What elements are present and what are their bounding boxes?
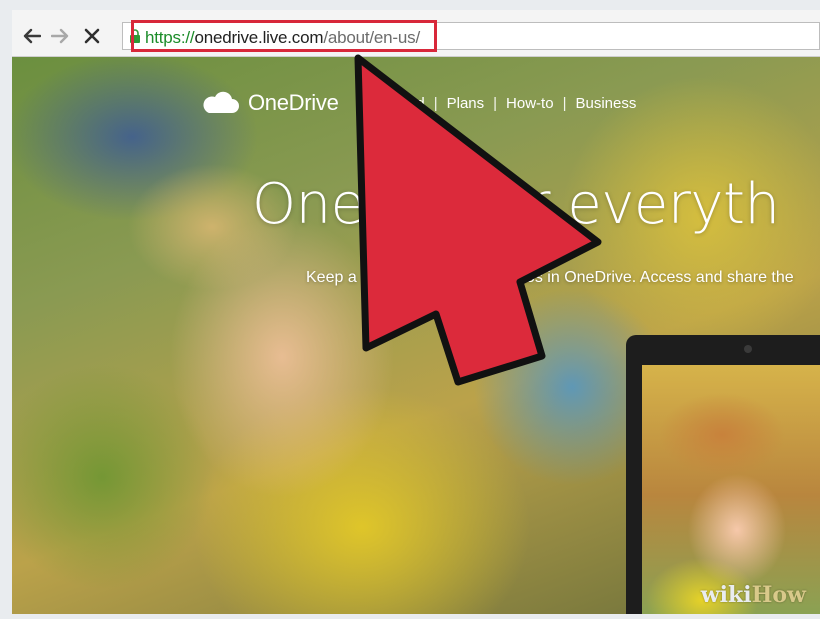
hero-heading-left: One [252, 172, 365, 237]
nav-business[interactable]: Business [575, 95, 636, 112]
site-nav: nload | Plans | How-to | Business [388, 95, 636, 112]
hero-heading: One for everyth [252, 172, 780, 237]
nav-download[interactable]: nload [388, 95, 425, 112]
phone-screen-photo [642, 365, 820, 614]
watermark-wiki: wiki [700, 582, 752, 608]
close-icon [84, 28, 100, 44]
back-button[interactable] [22, 26, 42, 46]
phone-camera [744, 345, 752, 353]
hero-subtitle: Keep a hotos in OneDrive. Access and shar… [306, 269, 794, 287]
forward-arrow-icon [51, 28, 69, 44]
web-page: OneDrive nload | Plans | How-to | Busine… [12, 57, 820, 614]
nav-separator: | [433, 95, 438, 112]
phone-device [626, 335, 820, 614]
hero-heading-right: for everyth [474, 172, 780, 237]
watermark-how: How [751, 582, 806, 608]
nav-plans[interactable]: Plans [447, 95, 485, 112]
wikihow-watermark: wikiHow [701, 582, 806, 608]
stop-button[interactable] [82, 26, 102, 46]
forward-button[interactable] [50, 26, 70, 46]
screenshot-frame: https://onedrive.live.com/about/en-us/ O… [0, 0, 820, 619]
onedrive-brand[interactable]: OneDrive [200, 90, 339, 116]
url-highlight-box [131, 20, 437, 52]
cloud-icon [203, 91, 239, 113]
brand-name: OneDrive [248, 90, 339, 115]
nav-separator: | [562, 95, 567, 112]
back-arrow-icon [23, 28, 41, 44]
nav-separator: | [493, 95, 498, 112]
hero-subtitle-right: hotos in OneDrive. Access and share the [503, 269, 794, 286]
nav-how-to[interactable]: How-to [506, 95, 554, 112]
hero-subtitle-left: Keep a [306, 269, 357, 286]
